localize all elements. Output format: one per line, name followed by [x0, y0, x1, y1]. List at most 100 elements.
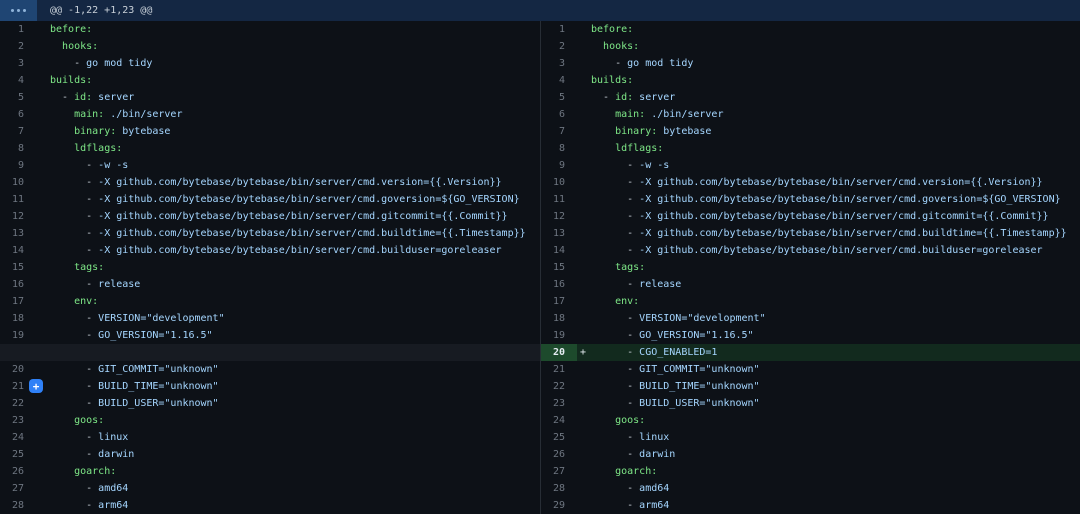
line-number[interactable]: 17	[541, 293, 577, 310]
code-line: - -X github.com/bytebase/bytebase/bin/se…	[577, 208, 1080, 225]
line-number[interactable]: 28	[0, 497, 36, 514]
line-number[interactable]: 12	[0, 208, 36, 225]
line-number[interactable]: 29	[541, 497, 577, 514]
line-number[interactable]: 19	[0, 327, 36, 344]
line-number[interactable]: 9	[541, 157, 577, 174]
code-line: - -w -s	[36, 157, 540, 174]
diff-row: 22 - BUILD_USER="unknown"	[0, 395, 540, 412]
hunk-header-row: @@ -1,22 +1,23 @@	[0, 0, 1080, 21]
code-line: goarch:	[577, 463, 1080, 480]
line-number[interactable]: 21	[541, 361, 577, 378]
add-comment-button[interactable]: +	[29, 379, 43, 393]
diff-row: 6 main: ./bin/server	[0, 106, 540, 123]
line-number[interactable]: 4	[541, 72, 577, 89]
line-number[interactable]: 15	[0, 259, 36, 276]
diff-row: 22 - BUILD_TIME="unknown"	[541, 378, 1080, 395]
code-line: builds:	[36, 72, 540, 89]
line-number[interactable]: 8	[541, 140, 577, 157]
diff-row: 5 - id: server	[541, 89, 1080, 106]
diff-row: 27 goarch:	[541, 463, 1080, 480]
line-number[interactable]: 15	[541, 259, 577, 276]
diff-row: 26 - darwin	[541, 446, 1080, 463]
line-number[interactable]: 10	[541, 174, 577, 191]
diff-row: 10 - -X github.com/bytebase/bytebase/bin…	[541, 174, 1080, 191]
addition-plus-marker: +	[580, 344, 586, 361]
diff-row: 1before:	[0, 21, 540, 38]
line-number[interactable]: 14	[0, 242, 36, 259]
code-line: - linux	[577, 429, 1080, 446]
line-number[interactable]: 16	[0, 276, 36, 293]
expand-diff-button[interactable]	[0, 0, 37, 21]
line-number[interactable]: 2	[0, 38, 36, 55]
line-number[interactable]: 22	[541, 378, 577, 395]
line-number[interactable]: 10	[0, 174, 36, 191]
line-number[interactable]: 9	[0, 157, 36, 174]
line-number[interactable]: 19	[541, 327, 577, 344]
line-number[interactable]: 14	[541, 242, 577, 259]
line-number[interactable]: 6	[0, 106, 36, 123]
code-line: - GIT_COMMIT="unknown"	[577, 361, 1080, 378]
line-number[interactable]: 23	[0, 412, 36, 429]
line-number[interactable]: 24	[0, 429, 36, 446]
code-line: - GO_VERSION="1.16.5"	[577, 327, 1080, 344]
line-number[interactable]: 3	[0, 55, 36, 72]
line-number[interactable]: 23	[541, 395, 577, 412]
line-number[interactable]: 13	[541, 225, 577, 242]
diff-row: 10 - -X github.com/bytebase/bytebase/bin…	[0, 174, 540, 191]
line-number[interactable]: 27	[0, 480, 36, 497]
line-number[interactable]: 5	[0, 89, 36, 106]
line-number[interactable]: 26	[0, 463, 36, 480]
diff-row: 21 - BUILD_TIME="unknown"+	[0, 378, 540, 395]
line-number[interactable]: 12	[541, 208, 577, 225]
diff-row: 17 env:	[541, 293, 1080, 310]
line-number[interactable]: 18	[0, 310, 36, 327]
diff-row: 6 main: ./bin/server	[541, 106, 1080, 123]
line-number[interactable]: 4	[0, 72, 36, 89]
expand-ellipsis-icon	[11, 9, 14, 12]
line-number[interactable]: 27	[541, 463, 577, 480]
line-number[interactable]: 8	[0, 140, 36, 157]
line-number[interactable]: 24	[541, 412, 577, 429]
code-line: binary: bytebase	[577, 123, 1080, 140]
diff-row: 8 ldflags:	[0, 140, 540, 157]
code-line: - go mod tidy	[577, 55, 1080, 72]
diff-row: 13 - -X github.com/bytebase/bytebase/bin…	[0, 225, 540, 242]
line-number[interactable]: 18	[541, 310, 577, 327]
line-number[interactable]: 1	[541, 21, 577, 38]
line-number[interactable]: 22	[0, 395, 36, 412]
diff-row: 16 - release	[0, 276, 540, 293]
line-number[interactable]: 26	[541, 446, 577, 463]
code-line: - go mod tidy	[36, 55, 540, 72]
diff-row: 11 - -X github.com/bytebase/bytebase/bin…	[541, 191, 1080, 208]
line-number[interactable]: 20	[541, 344, 577, 361]
line-number[interactable]: 28	[541, 480, 577, 497]
line-number[interactable]: 3	[541, 55, 577, 72]
line-number[interactable]: 25	[0, 446, 36, 463]
line-number[interactable]: 17	[0, 293, 36, 310]
line-number[interactable]: 1	[0, 21, 36, 38]
diff-row: 4builds:	[541, 72, 1080, 89]
diff-row: 20 - GIT_COMMIT="unknown"	[0, 361, 540, 378]
diff-pane-new: 1before:2 hooks:3 - go mod tidy4builds:5…	[540, 21, 1080, 514]
line-number[interactable]: 25	[541, 429, 577, 446]
code-line: hooks:	[577, 38, 1080, 55]
added-line-row: 20+ - CGO_ENABLED=1	[541, 344, 1080, 361]
diff-row: 12 - -X github.com/bytebase/bytebase/bin…	[0, 208, 540, 225]
line-number[interactable]: 11	[541, 191, 577, 208]
line-number[interactable]: 16	[541, 276, 577, 293]
line-number[interactable]: 5	[541, 89, 577, 106]
line-number[interactable]: 7	[541, 123, 577, 140]
line-number[interactable]: 13	[0, 225, 36, 242]
line-number[interactable]: 2	[541, 38, 577, 55]
diff-row: 14 - -X github.com/bytebase/bytebase/bin…	[0, 242, 540, 259]
diff-row: 4builds:	[0, 72, 540, 89]
line-number[interactable]: 11	[0, 191, 36, 208]
line-number[interactable]: 20	[0, 361, 36, 378]
code-line: - -X github.com/bytebase/bytebase/bin/se…	[36, 174, 540, 191]
code-line: main: ./bin/server	[577, 106, 1080, 123]
diff-row: 16 - release	[541, 276, 1080, 293]
diff-row: 3 - go mod tidy	[541, 55, 1080, 72]
line-number[interactable]: 7	[0, 123, 36, 140]
diff-row: 17 env:	[0, 293, 540, 310]
line-number[interactable]: 6	[541, 106, 577, 123]
